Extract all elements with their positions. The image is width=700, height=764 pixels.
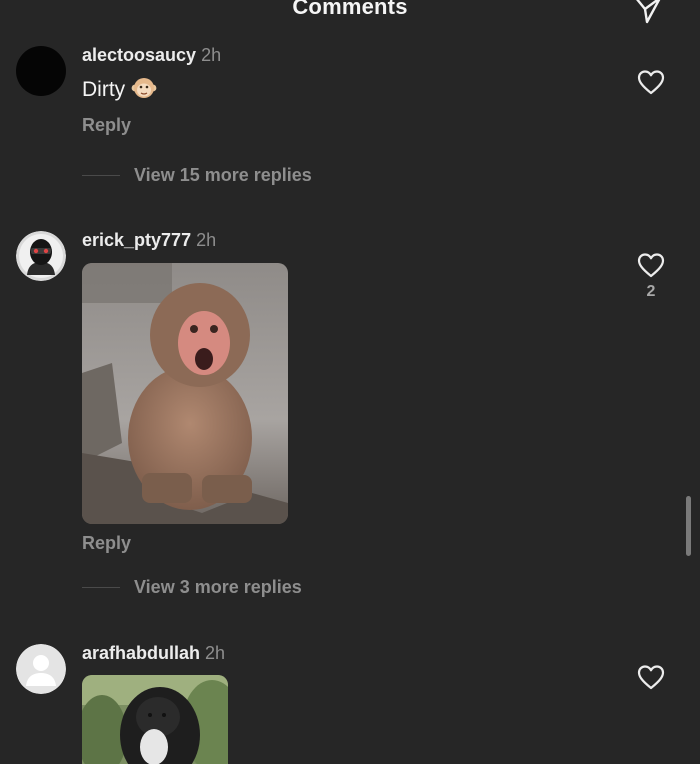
scrollbar[interactable] bbox=[686, 496, 691, 556]
gorilla-gif[interactable] bbox=[82, 675, 228, 764]
heart-icon[interactable] bbox=[636, 663, 666, 691]
gorilla-gif-image bbox=[82, 675, 228, 764]
like-button[interactable] bbox=[636, 663, 666, 691]
default-profile-icon bbox=[16, 644, 66, 694]
comment-meta: arafhabdullah 2h bbox=[82, 642, 225, 664]
comment-time: 2h bbox=[205, 643, 226, 663]
comment-item: arafhabdullah 2h bbox=[0, 0, 700, 764]
avatar[interactable] bbox=[16, 644, 66, 694]
username[interactable]: arafhabdullah bbox=[82, 643, 200, 663]
comments-screen: Comments alectoosaucy 2h Dirty Reply View… bbox=[0, 0, 700, 764]
